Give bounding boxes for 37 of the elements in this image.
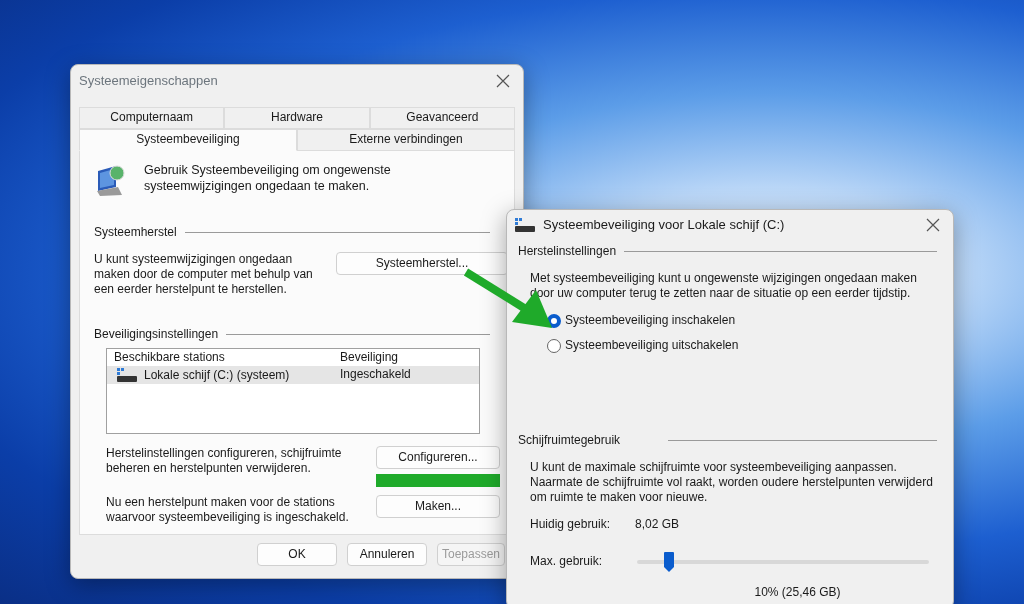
column-header: Beschikbare stations	[113, 349, 226, 366]
group-title: Schijfruimtegebruik	[518, 433, 621, 448]
system-restore-button[interactable]: Systeemherstel...	[336, 252, 508, 275]
usage-value: 8,02 GB	[635, 517, 680, 532]
cell-text: Lokale schijf (C:) (systeem)	[144, 367, 290, 383]
computer-shield-icon	[94, 163, 128, 197]
dialog-button[interactable]: OK	[257, 543, 337, 566]
window-title: Systeemeigenschappen	[79, 72, 218, 90]
slider-thumb[interactable]	[664, 551, 675, 572]
radio-label: Systeembeveiliging inschakelen	[565, 313, 736, 328]
restore-description: U kunt systeemwijzigingen ongedaan maken door de computer met behulp van een eerder herstelpunt te herstellen.	[94, 252, 314, 297]
intro-text: Gebruik Systeembeveiliging om ongewenste systeemwijzigingen ongedaan te maken.	[144, 163, 392, 195]
radio-label: Systeembeveiliging uitschakelen	[565, 338, 739, 353]
tab[interactable]: Systeembeveiliging	[79, 129, 297, 151]
tab[interactable]: Computernaam	[79, 107, 225, 129]
field-label: Huidig gebruik:	[530, 517, 612, 532]
field-label: Max. gebruik:	[530, 554, 604, 569]
drive-icon	[114, 367, 140, 383]
usage-description: U kunt de maximale schijfruimte voor systeembeveiliging aanpassen. Naarmate de schijfruimte vol raakt, worden oudere herstelpunten verwijderd om ruimte te maken voor nieuwe.	[530, 460, 934, 505]
dialog-button[interactable]: Annuleren	[347, 543, 427, 566]
window-title: Systeembeveiliging voor Lokale schijf (C:)	[543, 216, 785, 234]
tab[interactable]: Externe verbindingen	[297, 129, 515, 151]
radio-button[interactable]	[547, 338, 561, 353]
group-title: Beveiligingsinstellingen	[94, 327, 219, 342]
drive-row[interactable]: Lokale schijf (C:) (systeem) Ingeschakeld	[107, 366, 479, 384]
group-title: Systeemherstel	[94, 225, 177, 240]
tab[interactable]: Hardware	[224, 107, 370, 129]
slider-reading: 10% (25,46 GB)	[753, 585, 842, 600]
action-description: Herstelinstellingen configureren, schijfruimte beheren en herstelpunten verwijderen.	[106, 446, 343, 476]
action-button[interactable]: Maken...	[376, 495, 500, 518]
group-title: Herstelinstellingen	[518, 244, 617, 259]
action-description: Nu een herstelpunt maken voor de stations waarvoor systeembeveiliging is ingeschakeld.	[106, 495, 350, 525]
column-header: Beveiliging	[339, 349, 400, 366]
cell-text: Ingeschakeld	[339, 366, 412, 383]
drive-icon	[515, 218, 535, 232]
action-button[interactable]: Configureren...	[376, 446, 500, 469]
tab[interactable]: Geavanceerd	[369, 107, 515, 129]
